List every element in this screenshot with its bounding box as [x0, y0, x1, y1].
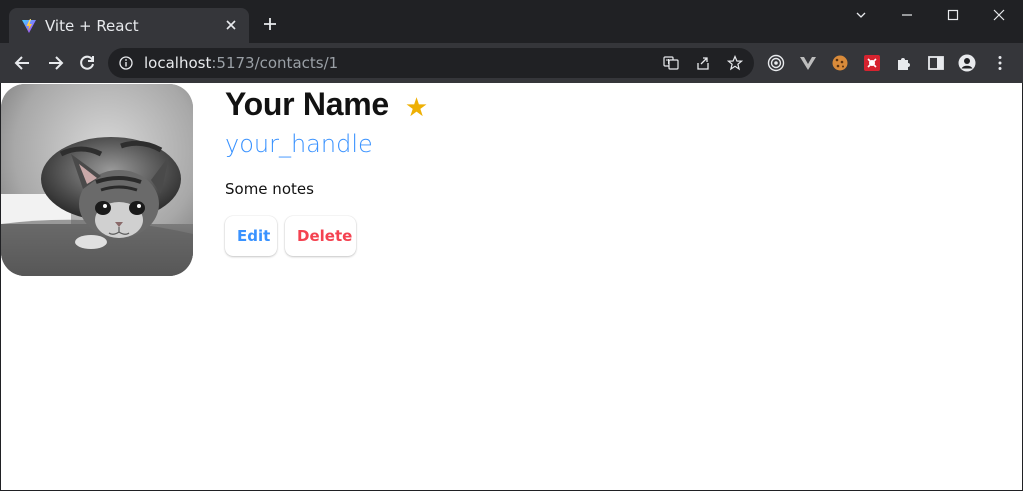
url-text[interactable]: localhost:5173/contacts/1: [144, 54, 338, 72]
close-icon: [993, 9, 1005, 21]
minimize-icon: [902, 14, 912, 16]
tab-search-button[interactable]: [838, 0, 884, 30]
browser-titlebar: Vite + React: [0, 0, 1023, 43]
maximize-button[interactable]: [930, 0, 976, 30]
side-panel-icon[interactable]: [927, 54, 945, 72]
chevron-down-icon: [856, 12, 866, 18]
minimize-button[interactable]: [884, 0, 930, 30]
share-icon[interactable]: [695, 55, 711, 71]
more-menu-icon[interactable]: [991, 54, 1009, 72]
browser-toolbar: localhost:5173/contacts/1: [0, 43, 1023, 83]
contact-avatar: [1, 84, 193, 276]
cookie-icon[interactable]: [831, 54, 849, 72]
back-arrow-icon[interactable]: [13, 53, 33, 73]
reload-icon[interactable]: [77, 53, 97, 73]
contact-name: Your Name: [225, 86, 389, 122]
translate-icon[interactable]: [663, 55, 679, 71]
bookmark-star-icon[interactable]: [727, 55, 743, 71]
close-icon[interactable]: [223, 17, 239, 33]
info-icon[interactable]: [119, 56, 133, 70]
window-close-button[interactable]: [976, 0, 1022, 30]
vite-logo-icon: [22, 19, 36, 33]
address-bar[interactable]: localhost:5173/contacts/1: [108, 48, 754, 78]
url-path: :5173/contacts/1: [211, 54, 339, 72]
vue-devtools-icon[interactable]: [799, 54, 817, 72]
new-tab-plus-icon[interactable]: [262, 16, 278, 32]
target-extension-icon[interactable]: [767, 54, 785, 72]
maximize-icon: [947, 9, 959, 21]
puzzle-extensions-icon[interactable]: [895, 54, 913, 72]
delete-button[interactable]: Delete: [285, 216, 356, 256]
contact-handle-link[interactable]: your_handle: [225, 130, 373, 158]
edit-button[interactable]: Edit: [225, 216, 277, 256]
favorite-star-button[interactable]: ★: [405, 95, 428, 121]
contact-name-row: Your Name ★: [225, 86, 428, 123]
contact-notes: Some notes: [225, 180, 314, 198]
bug-extension-icon[interactable]: [863, 54, 881, 72]
tab-vite-react[interactable]: Vite + React: [9, 8, 249, 43]
url-host: localhost: [144, 54, 212, 72]
profile-avatar-icon[interactable]: [958, 54, 976, 72]
kitten-photo: [1, 84, 193, 276]
forward-arrow-icon[interactable]: [45, 53, 65, 73]
tab-title: Vite + React: [45, 17, 139, 35]
